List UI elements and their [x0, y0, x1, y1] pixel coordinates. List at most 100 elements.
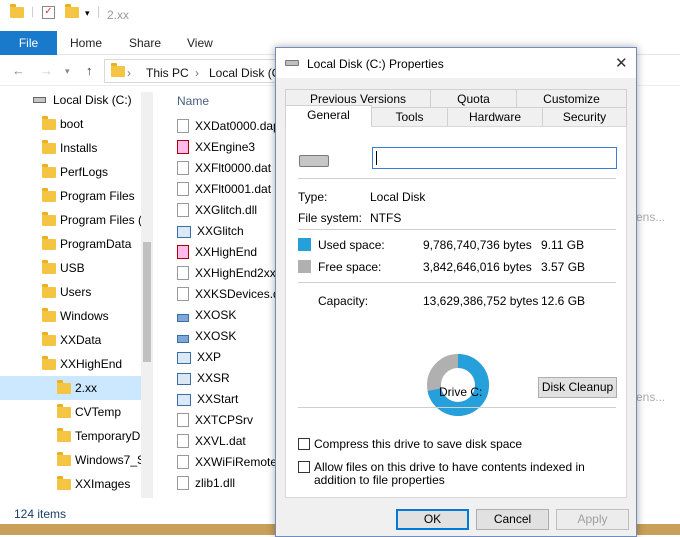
file-row[interactable]: XXSR: [177, 368, 230, 388]
file-row[interactable]: XXStart: [177, 389, 238, 409]
file-row[interactable]: XXGlitch: [177, 221, 244, 241]
address-bar[interactable]: › This PC › Local Disk (C: [104, 59, 304, 83]
type-value: Local Disk: [370, 190, 426, 204]
file-name: XXOSK: [195, 329, 237, 343]
tab-tools[interactable]: Tools: [371, 107, 448, 127]
breadcrumb-this-pc[interactable]: This PC: [146, 66, 189, 80]
file-row[interactable]: XXGlitch.dll: [177, 200, 257, 220]
file-row[interactable]: XXVL.dat: [177, 431, 246, 451]
folder-icon: [42, 284, 56, 298]
file-name: XXTCPSrv: [195, 413, 254, 427]
file-row[interactable]: XXOSK: [177, 326, 236, 346]
capacity-gb: 12.6 GB: [541, 294, 586, 308]
file-row[interactable]: XXDat0000.dap: [177, 116, 280, 136]
file-name: XXDat0000.dap: [195, 119, 280, 133]
folder-icon: [111, 63, 125, 80]
close-icon[interactable]: ✕: [615, 54, 628, 72]
file-icon: [177, 161, 189, 175]
volume-name-input[interactable]: [372, 147, 617, 169]
folder-icon: [57, 380, 71, 394]
nav-scrollbar[interactable]: [141, 92, 153, 498]
forward-icon[interactable]: →: [40, 63, 53, 78]
cancel-button[interactable]: Cancel: [476, 509, 549, 530]
sidebar-item[interactable]: PerfLogs: [0, 160, 152, 184]
file-name: XXGlitch.dll: [195, 203, 258, 217]
file-row[interactable]: XXEngine3: [177, 137, 255, 157]
folder-icon: [42, 188, 56, 202]
sidebar-item[interactable]: Users: [0, 280, 152, 304]
sidebar-item[interactable]: TemporaryD: [0, 424, 152, 448]
sidebar-item[interactable]: Local Disk (C:): [0, 88, 152, 112]
details-scrollbar[interactable]: [664, 86, 680, 502]
sidebar-item[interactable]: ProgramData: [0, 232, 152, 256]
sidebar-item[interactable]: Installs: [0, 136, 152, 160]
window-title: 2.xx: [107, 8, 130, 22]
tab-hardware[interactable]: Hardware: [447, 107, 543, 127]
file-icon: [177, 352, 191, 364]
folder-icon[interactable]: [10, 4, 24, 21]
sidebar-item[interactable]: XXHighEnd: [0, 352, 152, 376]
folder-icon: [42, 140, 56, 154]
tab-view[interactable]: View: [187, 36, 213, 50]
customize-quick-access-icon[interactable]: ▾: [85, 8, 90, 19]
file-row[interactable]: XXKSDevices.d: [177, 284, 280, 304]
disk-cleanup-button[interactable]: Disk Cleanup: [538, 377, 617, 398]
file-row[interactable]: XXHighEnd: [177, 242, 257, 262]
file-icon: [177, 394, 191, 406]
file-row[interactable]: XXHighEnd2xx: [177, 263, 276, 283]
tab-quota[interactable]: Quota: [430, 89, 517, 109]
tab-customize[interactable]: Customize: [516, 89, 627, 109]
breadcrumb-separator[interactable]: ›: [195, 66, 199, 80]
sidebar-item[interactable]: XXImages: [0, 472, 152, 496]
folder-icon: [42, 164, 56, 178]
file-row[interactable]: XXFlt0001.dat: [177, 179, 271, 199]
recent-locations-icon[interactable]: ▾: [65, 66, 70, 77]
breadcrumb-separator[interactable]: ›: [127, 66, 131, 80]
sidebar-item[interactable]: Windows7_S: [0, 448, 152, 472]
sidebar-item-label: USB: [60, 261, 85, 275]
file-row[interactable]: XXP: [177, 347, 221, 367]
file-row[interactable]: XXFlt0000.dat: [177, 158, 271, 178]
sidebar-item[interactable]: 2.xx: [0, 376, 152, 400]
sidebar-item[interactable]: XXData: [0, 328, 152, 352]
filesystem-value: NTFS: [370, 211, 402, 225]
ok-button[interactable]: OK: [396, 509, 469, 530]
up-icon[interactable]: ↑: [86, 63, 93, 78]
sidebar-item[interactable]: Program Files (: [0, 208, 152, 232]
apply-button[interactable]: Apply: [556, 509, 629, 530]
sidebar-item[interactable]: Windows: [0, 304, 152, 328]
tab-file[interactable]: File: [0, 31, 57, 55]
file-row[interactable]: XXOSK: [177, 305, 236, 325]
text-caret: [376, 151, 377, 165]
properties-quick-icon[interactable]: ✓: [42, 6, 55, 19]
back-icon[interactable]: ←: [12, 63, 25, 78]
file-icon: [177, 245, 189, 259]
file-name: XXSR: [197, 371, 230, 385]
file-row[interactable]: XXWiFiRemote: [177, 452, 277, 472]
file-icon: [177, 476, 189, 490]
file-icon: [177, 119, 189, 133]
scrollbar-thumb[interactable]: [143, 242, 151, 362]
tab-security[interactable]: Security: [542, 107, 627, 127]
sidebar-item-label: XXHighEnd: [60, 357, 123, 371]
file-icon: [177, 413, 189, 427]
tab-general[interactable]: General: [285, 105, 372, 127]
sidebar-item[interactable]: USB: [0, 256, 152, 280]
sidebar-item[interactable]: CVTemp: [0, 400, 152, 424]
compress-checkbox[interactable]: [298, 438, 310, 450]
new-folder-icon[interactable]: [65, 4, 79, 21]
ghost-text: ens...: [636, 210, 666, 224]
tab-share[interactable]: Share: [129, 36, 161, 50]
index-checkbox[interactable]: [298, 461, 310, 473]
file-row[interactable]: XXTCPSrv: [177, 410, 253, 430]
sidebar-item[interactable]: Program Files: [0, 184, 152, 208]
column-header-name[interactable]: Name: [177, 94, 209, 108]
file-icon: [177, 373, 191, 385]
file-row[interactable]: zlib1.dll: [177, 473, 235, 493]
folder-icon: [57, 452, 71, 466]
sidebar-item[interactable]: boot: [0, 112, 152, 136]
breadcrumb-local-disk[interactable]: Local Disk (C: [209, 66, 280, 80]
tab-home[interactable]: Home: [70, 36, 102, 50]
dialog-titlebar: Local Disk (C:) Properties ✕: [276, 48, 636, 78]
file-icon: [177, 140, 189, 154]
